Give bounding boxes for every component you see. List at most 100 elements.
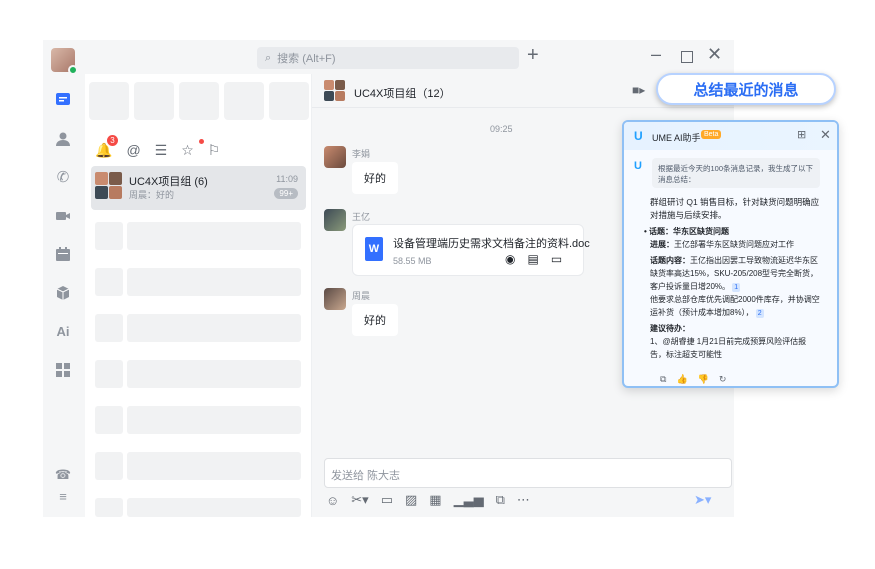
- ai-intro-message: 根据最近今天的100条消息记录，我生成了以下消息总结：: [652, 158, 820, 188]
- skeleton: [127, 314, 301, 342]
- chat-unread-count: 99+: [274, 188, 298, 199]
- note-icon[interactable]: ☰: [155, 142, 168, 159]
- phone-nav-icon[interactable]: ✆: [54, 169, 72, 187]
- chat-list-panel: 🔔 @ ☰ ☆ ⚐ 3 UC4X项目组 (6) 11:09 周晨：好的 99+: [85, 74, 312, 517]
- group-avatar: [95, 172, 123, 200]
- skeleton: [95, 314, 123, 342]
- star-icon[interactable]: ☆: [181, 142, 194, 159]
- skeleton: [95, 406, 123, 434]
- beta-badge: Beta: [701, 130, 722, 139]
- note-red-dot: [199, 139, 204, 144]
- thumbs-up-icon[interactable]: 👍: [676, 374, 687, 385]
- copy-icon[interactable]: ⧉: [660, 374, 666, 385]
- video-call-icon[interactable]: ■▸: [632, 83, 645, 97]
- close-button[interactable]: ✕: [707, 44, 722, 65]
- thumbs-down-icon[interactable]: 👎: [698, 374, 709, 385]
- content-text-2: 他要求总部仓库优先调配2000件库存，并协调空运补货（预计成本增加8%），: [650, 295, 820, 317]
- skeleton: [134, 82, 174, 120]
- screen-icon[interactable]: ⧉: [496, 492, 505, 508]
- reference-2[interactable]: 2: [755, 309, 764, 318]
- file-card[interactable]: W 设备管理端历史需求文档备注的资料.doc 58.55 MB ◉ ▤ ▭: [352, 224, 590, 276]
- sender-name: 王亿: [352, 212, 371, 222]
- scissors-icon[interactable]: ✂▾: [351, 492, 368, 508]
- my-avatar[interactable]: [51, 48, 78, 75]
- skeleton: [127, 360, 301, 388]
- desk-phone-icon[interactable]: ☎: [54, 466, 72, 484]
- summary-text: 群组研讨 Q1 销售目标，针对缺货问题明确应对措施与后续安排。: [650, 197, 820, 220]
- contacts-nav-icon[interactable]: [54, 131, 72, 149]
- flag-icon[interactable]: ⚐: [208, 142, 221, 159]
- unread-badge: 3: [107, 135, 118, 146]
- skeleton: [95, 498, 123, 517]
- chart-icon[interactable]: ▁▃▅: [454, 492, 484, 508]
- sender-name: 周晨: [352, 291, 371, 301]
- search-icon: ⌕: [265, 51, 272, 64]
- box-nav-icon[interactable]: [54, 285, 72, 303]
- sender-avatar[interactable]: [324, 146, 346, 168]
- message-bubble: 好的: [352, 304, 398, 336]
- search-input[interactable]: ⌕ 搜索 (Alt+F): [257, 47, 519, 69]
- skeleton: [269, 82, 309, 120]
- mention-icon[interactable]: @: [126, 142, 140, 158]
- minimize-button[interactable]: –: [651, 44, 661, 65]
- skeleton: [224, 82, 264, 120]
- skeleton: [179, 82, 219, 120]
- chat-time: 11:09: [276, 174, 298, 184]
- topic-label: • 话题：华东区缺货问题: [644, 227, 730, 236]
- folder-icon[interactable]: ▭: [551, 252, 562, 266]
- file-name: 设备管理端历史需求文档备注的资料.doc: [393, 238, 590, 250]
- skeleton: [95, 452, 123, 480]
- send-button[interactable]: ➤▾: [694, 492, 711, 508]
- sender-avatar[interactable]: [324, 209, 346, 231]
- chat-nav-icon[interactable]: [54, 92, 72, 110]
- todo-label: 建议待办：: [650, 324, 690, 333]
- skeleton: [95, 222, 123, 250]
- file-actions: ◉ ▤ ▭: [505, 252, 562, 266]
- ai-assistant-panel: U UME AI助手 Beta ⊞ ✕ U 根据最近今天的100条消息记录，我生…: [622, 120, 839, 388]
- skeleton: [127, 406, 301, 434]
- more-icon[interactable]: ⋯: [517, 492, 530, 508]
- emoji-icon[interactable]: ☺: [326, 493, 339, 508]
- ai-nav-icon[interactable]: Ai: [54, 323, 72, 341]
- video-nav-icon[interactable]: [54, 208, 72, 226]
- content-label: 话题内容：: [650, 256, 690, 265]
- sender-name: 李娟: [352, 149, 371, 159]
- word-file-icon: W: [365, 237, 383, 261]
- folder-icon[interactable]: ▭: [381, 492, 393, 508]
- ai-panel-title: UME AI助手: [652, 133, 701, 143]
- composer-toolbar: ☺ ✂▾ ▭ ▨ ▦ ▁▃▅ ⧉ ⋯: [326, 492, 530, 508]
- close-icon[interactable]: ✕: [820, 127, 831, 143]
- chat-list-item[interactable]: UC4X项目组 (6) 11:09 周晨：好的 99+: [91, 166, 306, 210]
- skeleton: [127, 268, 301, 296]
- reference-1[interactable]: 1: [732, 283, 741, 292]
- add-icon[interactable]: +: [527, 44, 539, 67]
- sender-avatar[interactable]: [324, 288, 346, 310]
- image-icon[interactable]: ▨: [405, 492, 417, 508]
- skeleton: [95, 268, 123, 296]
- calendar-icon[interactable]: ▦: [429, 492, 441, 508]
- new-chat-icon[interactable]: ⊞: [797, 128, 806, 141]
- nav-rail: ✆ Ai ☎ ≡: [43, 74, 85, 517]
- progress-text: 王亿部署华东区缺货问题应对工作: [674, 240, 794, 249]
- document-icon[interactable]: ▤: [527, 252, 538, 266]
- skeleton: [127, 222, 301, 250]
- message-timestamp: 09:25: [490, 124, 513, 134]
- menu-icon[interactable]: ≡: [54, 488, 72, 506]
- maximize-button[interactable]: [681, 51, 693, 63]
- todo-text: 1、@胡睿捷 1月21日前完成预算风险评估报告，标注超支可能性: [650, 337, 807, 359]
- refresh-icon[interactable]: ↻: [719, 374, 727, 385]
- apps-nav-icon[interactable]: [54, 362, 72, 380]
- summary-tooltip[interactable]: 总结最近的消息: [656, 73, 836, 105]
- ai-feedback-actions: ⧉ 👍 👎 ↻: [660, 374, 726, 385]
- title-bar: ⌕ 搜索 (Alt+F) + – ✕: [43, 40, 734, 75]
- preview-icon[interactable]: ◉: [505, 252, 515, 266]
- skeleton: [127, 452, 301, 480]
- chat-last-message: 周晨：好的: [129, 190, 175, 200]
- group-avatar: [324, 80, 346, 102]
- calendar-nav-icon[interactable]: [54, 246, 72, 264]
- file-size: 58.55 MB: [393, 256, 432, 266]
- skeleton: [89, 82, 129, 120]
- search-placeholder: 搜索 (Alt+F): [277, 53, 336, 65]
- progress-label: 进展：: [650, 240, 674, 249]
- message-input[interactable]: 发送给 陈大志: [324, 458, 732, 488]
